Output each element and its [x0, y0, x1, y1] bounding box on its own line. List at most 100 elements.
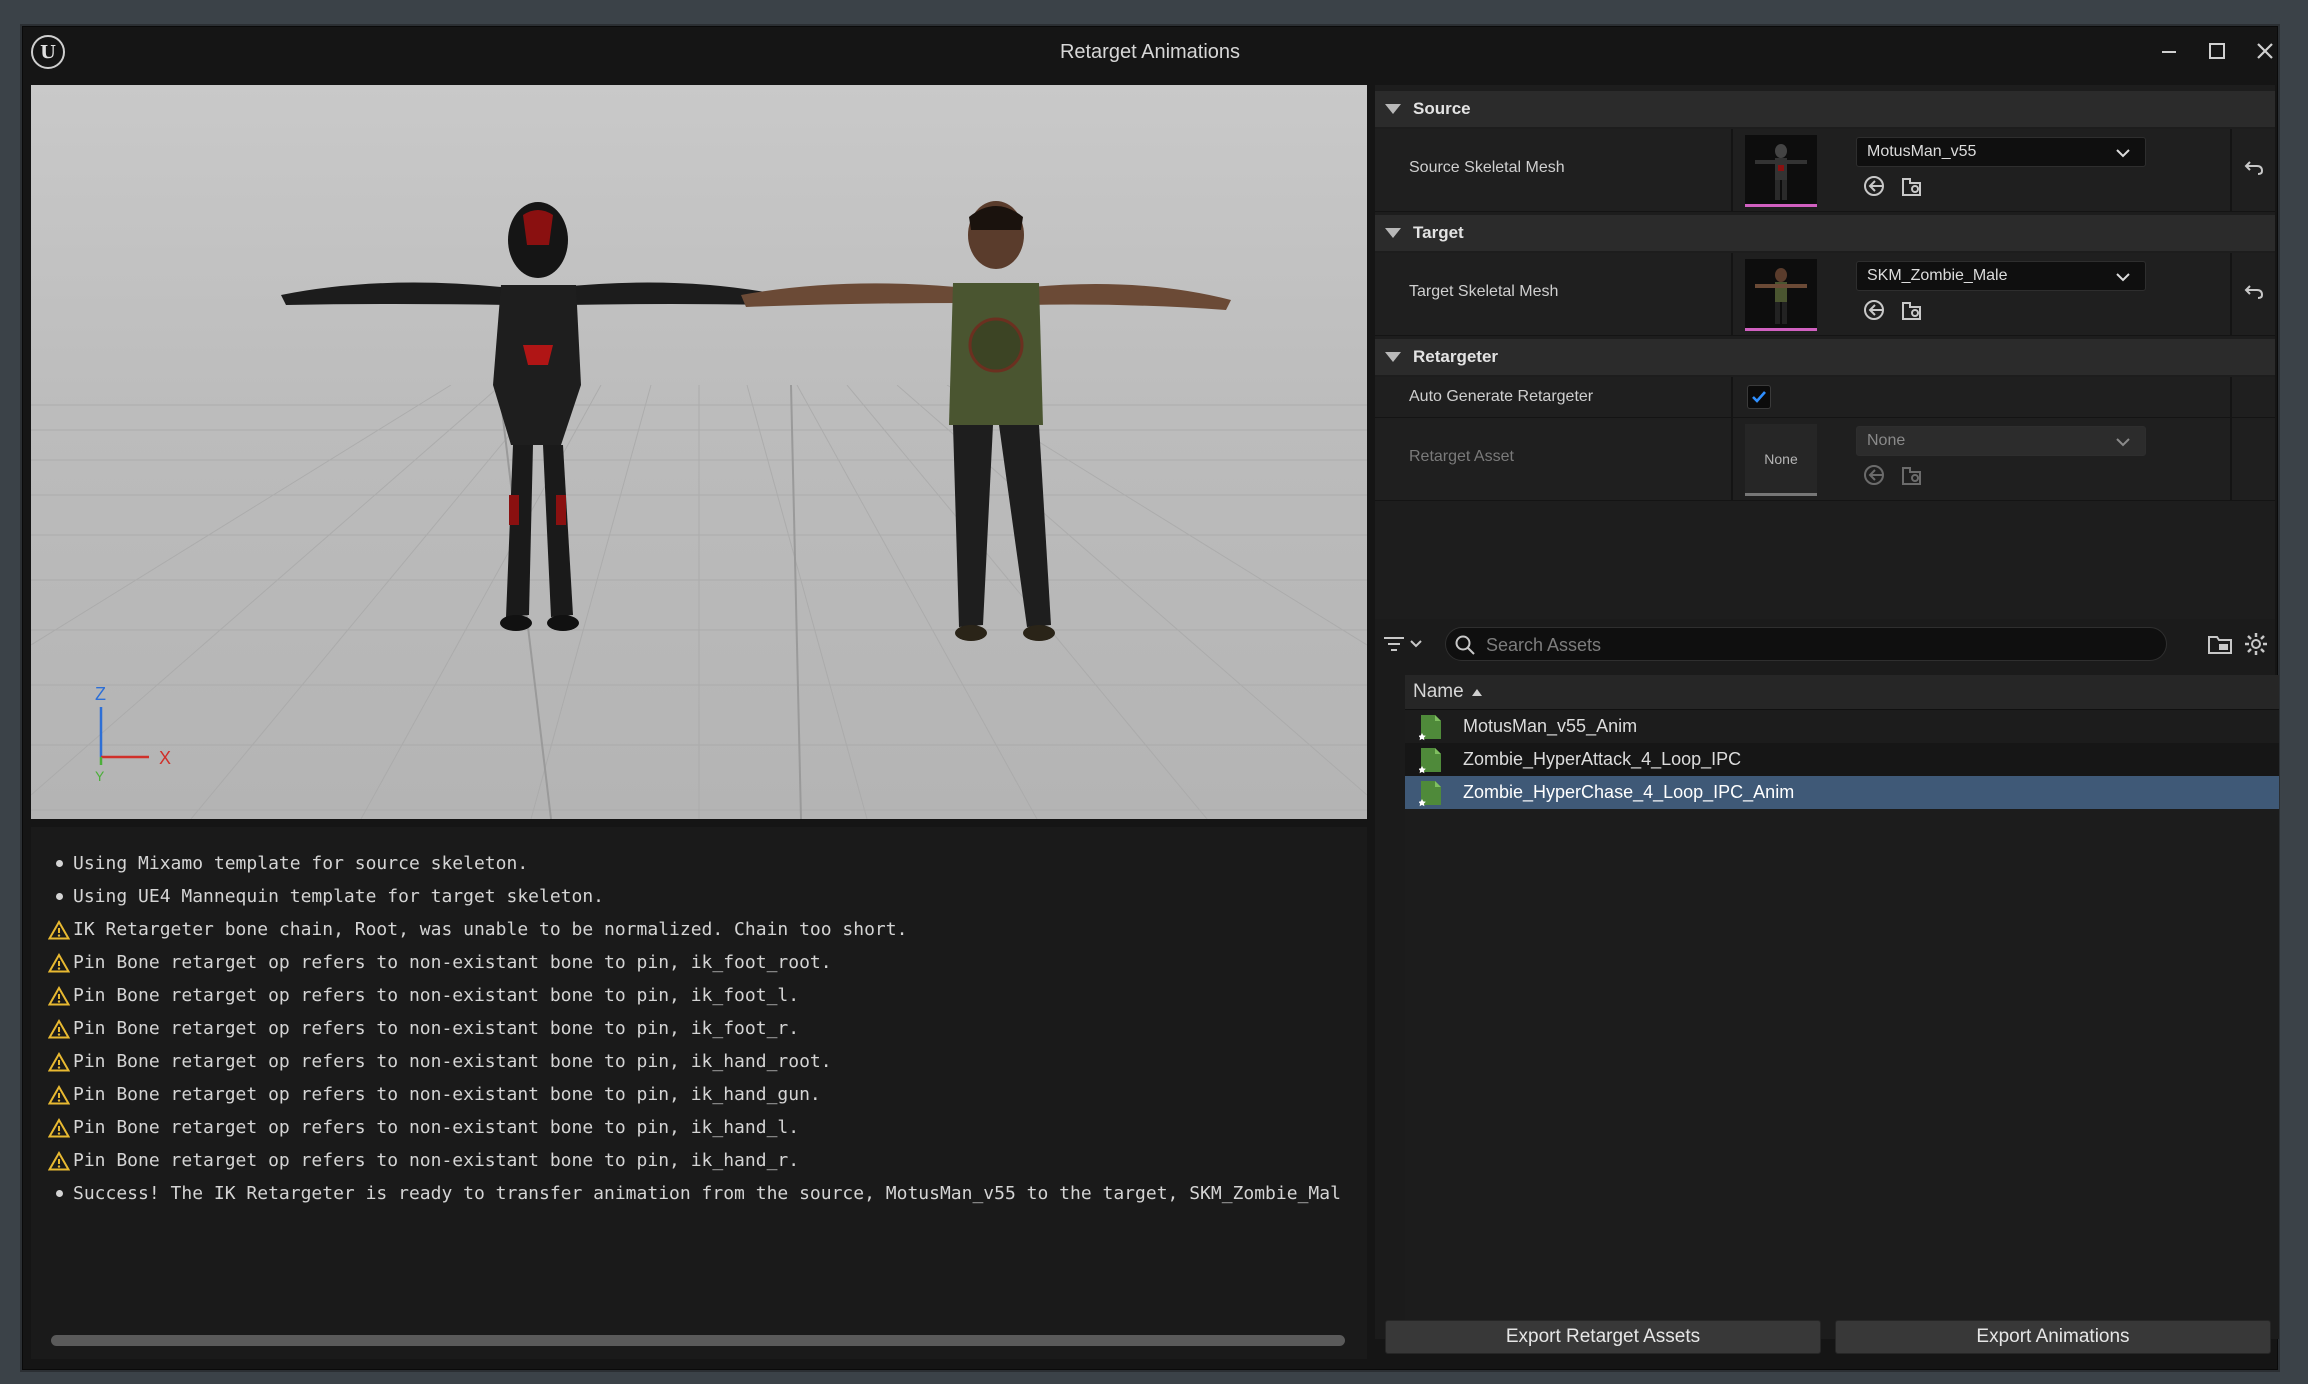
warning-icon	[45, 1150, 73, 1171]
log-text: Pin Bone retarget op refers to non-exist…	[73, 1150, 800, 1171]
log-line: Pin Bone retarget op refers to non-exist…	[45, 979, 1357, 1012]
retarget-animations-window: U Retarget Animations Z X Y Using Mixamo…	[22, 26, 2279, 1370]
asset-list-item[interactable]: MotusMan_v55_Anim	[1405, 710, 2279, 743]
use-selected-asset-button[interactable]	[1861, 173, 1887, 199]
browse-to-asset-button	[1899, 462, 1925, 488]
asset-rows: MotusMan_v55_Anim Zombie_HyperAttack_4_Lo…	[1405, 710, 2279, 809]
asset-list[interactable]: Name MotusMan_v55_Anim Zombie_HyperAttack…	[1405, 675, 2279, 1339]
use-selected-asset-button	[1861, 462, 1887, 488]
view-folders-button[interactable]	[2205, 629, 2235, 659]
splitter	[2230, 129, 2232, 211]
close-icon	[2257, 43, 2273, 59]
settings-button[interactable]	[2241, 629, 2271, 659]
collapse-arrow-icon	[1385, 352, 1401, 362]
category-label: Source	[1413, 99, 1471, 118]
log-text: Pin Bone retarget op refers to non-exist…	[73, 1051, 832, 1072]
target-mesh-combo[interactable]: SKM_Zombie_Male	[1856, 261, 2146, 291]
minimize-icon	[2162, 51, 2176, 53]
splitter	[1731, 377, 1733, 417]
export-animations-button[interactable]: Export Animations	[1835, 1320, 2271, 1354]
source-skeletal-mesh-label: Source Skeletal Mesh	[1409, 159, 1565, 176]
log-horizontal-scrollbar[interactable]	[51, 1335, 1345, 1346]
asset-name: Zombie_HyperAttack_4_Loop_IPC	[1463, 749, 1742, 769]
browse-folder-icon	[1902, 467, 1921, 485]
warning-icon	[45, 1117, 73, 1138]
target-mesh-thumbnail[interactable]	[1745, 259, 1817, 331]
category-label: Retargeter	[1413, 347, 1499, 366]
filter-button[interactable]	[1383, 627, 1433, 661]
reset-target-button[interactable]	[2239, 277, 2269, 307]
warning-icon	[45, 985, 73, 1006]
name-column-header[interactable]: Name	[1405, 675, 2279, 710]
chevron-down-icon	[1410, 640, 1422, 648]
log-line: Pin Bone retarget op refers to non-exist…	[45, 1078, 1357, 1111]
log-line: Using Mixamo template for source skeleto…	[45, 847, 1357, 880]
use-selected-asset-button[interactable]	[1861, 297, 1887, 323]
target-skeletal-mesh-row: Target Skeletal Mesh SKM_Zombie_Male	[1375, 253, 2275, 336]
category-source[interactable]: Source	[1375, 91, 2275, 127]
browse-to-asset-button[interactable]	[1899, 297, 1925, 323]
auto-generate-label: Auto Generate Retargeter	[1409, 388, 1594, 405]
character-thumbnail-icon	[1755, 144, 1807, 200]
search-icon	[1455, 635, 1475, 655]
asset-list-item[interactable]: Zombie_HyperChase_4_Loop_IPC_Anim	[1405, 776, 2279, 809]
use-selected-arrow-icon	[1864, 176, 1884, 196]
animation-asset-icon	[1418, 779, 1443, 807]
reset-arrow-icon	[2244, 285, 2264, 299]
bullet-icon	[45, 860, 73, 867]
category-retargeter[interactable]: Retargeter	[1375, 339, 2275, 375]
gear-icon	[2245, 633, 2267, 655]
retarget-asset-row: Retarget Asset None None	[1375, 418, 2275, 501]
collapse-arrow-icon	[1385, 228, 1401, 238]
axis-gizmo: Z X Y	[95, 685, 171, 784]
source-mesh-combo[interactable]: MotusMan_v55	[1856, 137, 2146, 167]
chevron-down-icon	[2116, 149, 2130, 158]
category-target[interactable]: Target	[1375, 215, 2275, 251]
chevron-down-icon	[2116, 273, 2130, 282]
source-mesh-thumbnail[interactable]	[1745, 135, 1817, 207]
axis-z-label: Z	[95, 685, 106, 704]
animation-asset-icon	[1418, 746, 1443, 774]
log-line: Pin Bone retarget op refers to non-exist…	[45, 1144, 1357, 1177]
log-text: Pin Bone retarget op refers to non-exist…	[73, 952, 832, 973]
sort-ascending-icon	[1471, 688, 1482, 696]
log-text: Using UE4 Mannequin template for target …	[73, 886, 605, 907]
category-label: Target	[1413, 223, 1464, 242]
collapse-arrow-icon	[1385, 104, 1401, 114]
splitter	[1731, 253, 1733, 335]
splitter	[1731, 129, 1733, 211]
preview-viewport[interactable]: Z X Y	[31, 85, 1367, 819]
log-line: Using UE4 Mannequin template for target …	[45, 880, 1357, 913]
target-skeletal-mesh-label: Target Skeletal Mesh	[1409, 283, 1559, 300]
warning-icon	[45, 952, 73, 973]
splitter	[2230, 418, 2232, 500]
retarget-asset-label: Retarget Asset	[1409, 448, 1514, 465]
reset-source-button[interactable]	[2239, 153, 2269, 183]
log-text: Pin Bone retarget op refers to non-exist…	[73, 1117, 800, 1138]
log-text: Using Mixamo template for source skeleto…	[73, 853, 529, 874]
bullet-icon	[45, 1190, 73, 1197]
auto-generate-checkbox[interactable]	[1747, 385, 1771, 409]
output-log[interactable]: Using Mixamo template for source skeleto…	[31, 827, 1367, 1359]
browse-to-asset-button[interactable]	[1899, 173, 1925, 199]
warning-icon	[45, 1018, 73, 1039]
log-line: Pin Bone retarget op refers to non-exist…	[45, 1012, 1357, 1045]
name-column-label: Name	[1413, 681, 1464, 702]
asset-list-item[interactable]: Zombie_HyperAttack_4_Loop_IPC	[1405, 743, 2279, 776]
close-button[interactable]	[2237, 33, 2293, 69]
log-line: Success! The IK Retargeter is ready to t…	[45, 1177, 1357, 1210]
warning-icon	[45, 919, 73, 940]
asset-name: MotusMan_v55_Anim	[1463, 716, 1638, 736]
title-bar[interactable]: U Retarget Animations	[23, 27, 2277, 79]
warning-icon	[45, 1084, 73, 1105]
search-input[interactable]	[1484, 631, 2148, 659]
search-box[interactable]	[1445, 627, 2167, 661]
browse-folder-icon	[1902, 178, 1921, 196]
asset-name: Zombie_HyperChase_4_Loop_IPC_Anim	[1463, 782, 1795, 802]
maximize-icon	[2209, 43, 2225, 59]
target-mesh-value: SKM_Zombie_Male	[1867, 267, 2008, 284]
filter-icon	[1384, 637, 1404, 651]
log-text: Pin Bone retarget op refers to non-exist…	[73, 1084, 821, 1105]
folder-icon	[2208, 636, 2232, 654]
export-retarget-assets-button[interactable]: Export Retarget Assets	[1385, 1320, 1821, 1354]
